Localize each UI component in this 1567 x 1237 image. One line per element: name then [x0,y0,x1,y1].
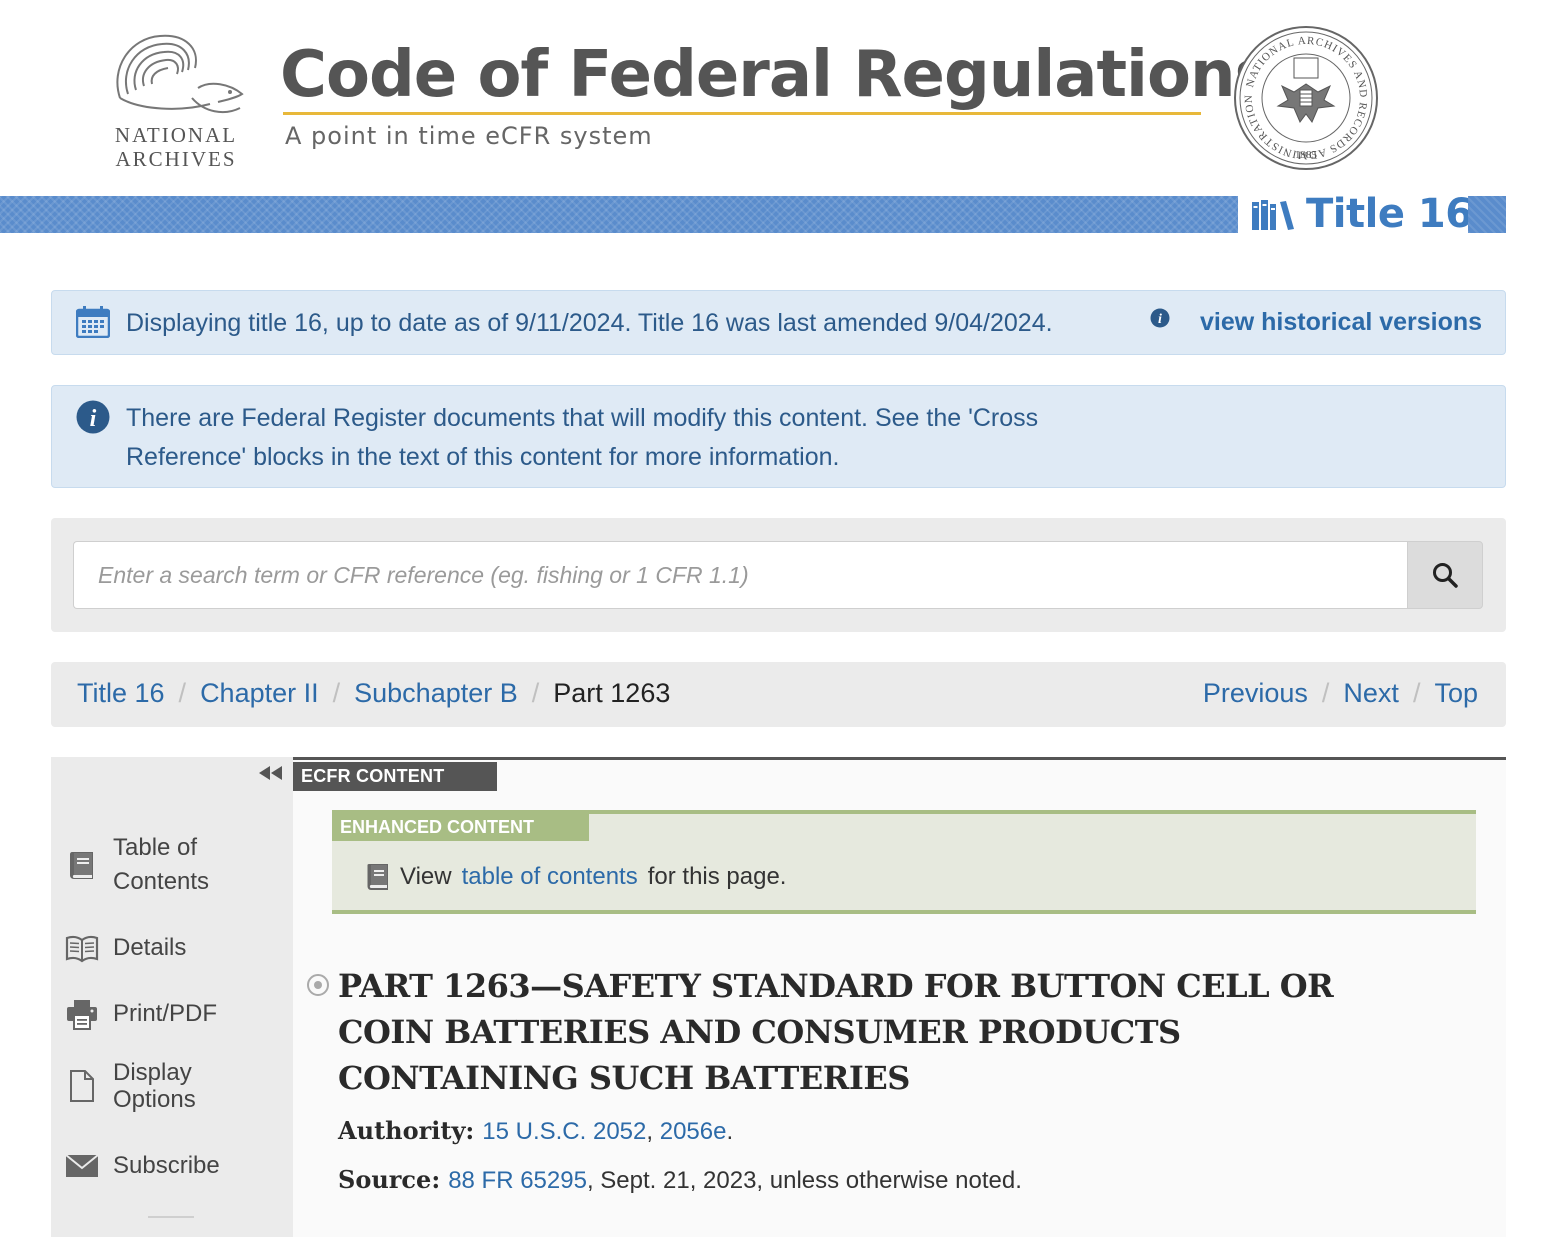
breadcrumb-subchapter[interactable]: Subchapter B [354,678,518,709]
calendar-icon [76,306,110,338]
document-icon [70,1070,94,1102]
enhanced-content-line: View table of contents for this page. [366,862,786,892]
info-icon: i [76,400,110,434]
authority-link-usc[interactable]: 15 U.S.C. 2052 [482,1118,646,1145]
enhanced-text-prefix: View [400,863,452,890]
pager-separator: / [1321,678,1330,708]
ecfr-content-tag: ECFR CONTENT [293,762,497,791]
breadcrumb: Title 16 / Chapter II / Subchapter B / P… [77,678,670,709]
search-icon [1433,563,1458,588]
svg-text:i: i [1158,312,1162,327]
authority-link-2056e[interactable]: 2056e [660,1118,727,1145]
title-number: Title 16 [1306,191,1473,237]
book-icon [367,864,388,890]
source-label: Source: [338,1165,441,1194]
part-marker-icon[interactable] [306,973,330,997]
ecfr-content: ECFR CONTENT ENHANCED CONTENT View table… [293,757,1506,1237]
authority-comma: , [646,1118,654,1145]
search-input[interactable] [73,541,1407,609]
title-underline [283,112,1201,115]
previous-link[interactable]: Previous [1203,678,1308,709]
sidebar-label: Table of Contents [113,834,210,895]
collapse-sidebar-icon[interactable] [258,765,284,781]
nara-seal[interactable]: NATIONAL ARCHIVES AND RECORDS ADMINISTRA… [1232,24,1380,172]
pager: Previous / Next / Top [1203,678,1478,709]
sidebar-label: Subscribe [113,1152,220,1179]
sidebar-label: Display Options [113,1059,196,1113]
date-alert: Displaying title 16, up to date as of 9/… [51,290,1506,355]
sidebar-divider [148,1216,194,1218]
search-button[interactable] [1407,541,1483,609]
breadcrumb-separator: / [332,678,341,708]
info-icon[interactable]: i [1150,308,1170,328]
federal-register-alert: i There are Federal Register documents t… [51,385,1506,488]
breadcrumb-separator: / [178,678,187,708]
svg-text:1985: 1985 [1295,149,1318,161]
svg-text:i: i [90,406,97,432]
printer-icon [67,1000,97,1030]
sidebar-label: Print/PDF [113,1000,218,1027]
title-stripe-bar [0,196,1238,233]
sidebar-item-table-of-contents[interactable]: Table of Contents [65,831,223,899]
part-heading: PART 1263—SAFETY STANDARD FOR BUTTON CEL… [338,967,1334,1097]
breadcrumb-separator: / [531,678,540,708]
next-link[interactable]: Next [1343,678,1399,709]
eagle-flag-icon [116,34,244,114]
sidebar-label: Details [113,934,187,961]
date-alert-message: Displaying title 16, up to date as of 9/… [126,309,1053,337]
books-icon [1252,200,1294,230]
breadcrumb-bar: Title 16 / Chapter II / Subchapter B / P… [51,662,1506,727]
book-icon [70,852,93,879]
sidebar-item-subscribe[interactable]: Subscribe [65,1149,220,1183]
source-line: Source: 88 FR 65295, Sept. 21, 2023, unle… [338,1165,1022,1195]
national-archives-logo[interactable]: NATIONAL ARCHIVES [100,28,250,171]
site-title[interactable]: Code of Federal Regulations [280,38,1273,112]
table-of-contents-link[interactable]: table of contents [462,863,638,891]
federal-register-alert-message: There are Federal Register documents tha… [126,404,1039,471]
authority-label: Authority: [338,1116,475,1145]
pager-separator: / [1412,678,1421,708]
enhanced-content-tag: ENHANCED CONTENT [332,814,589,841]
breadcrumb-chapter[interactable]: Chapter II [200,678,319,709]
sidebar-item-details[interactable]: Details [65,931,186,965]
search-panel [51,518,1506,632]
top-link[interactable]: Top [1434,678,1478,709]
breadcrumb-title[interactable]: Title 16 [77,678,165,709]
site-subtitle: A point in time eCFR system [285,122,653,150]
sidebar-item-print-pdf[interactable]: Print/PDF [65,997,217,1031]
enhanced-text-suffix: for this page. [647,863,787,890]
authority-period: . [726,1118,734,1145]
source-text: , Sept. 21, 2023, unless otherwise noted… [586,1167,1022,1194]
breadcrumb-current-part: Part 1263 [553,678,671,708]
authority-line: Authority: 15 U.S.C. 2052, 2056e. [338,1116,733,1146]
sidebar-item-display-options[interactable]: Display Options [65,1059,223,1113]
view-historical-versions-link[interactable]: view historical versions [1200,308,1482,337]
sidebar: Table of Contents Details Print/PDF Disp… [51,757,293,1237]
enhanced-content-box: ENHANCED CONTENT View table of contents … [332,810,1476,914]
open-book-icon [65,935,99,963]
national-archives-text: NATIONAL ARCHIVES [114,123,238,171]
seal-icon: NATIONAL ARCHIVES AND RECORDS ADMINISTRA… [1234,26,1378,170]
title-label[interactable]: Title 16 [1252,190,1473,238]
source-link-fr[interactable]: 88 FR 65295 [448,1167,587,1194]
envelope-icon [65,1154,99,1177]
title-stripe-bar-end [1468,196,1506,233]
